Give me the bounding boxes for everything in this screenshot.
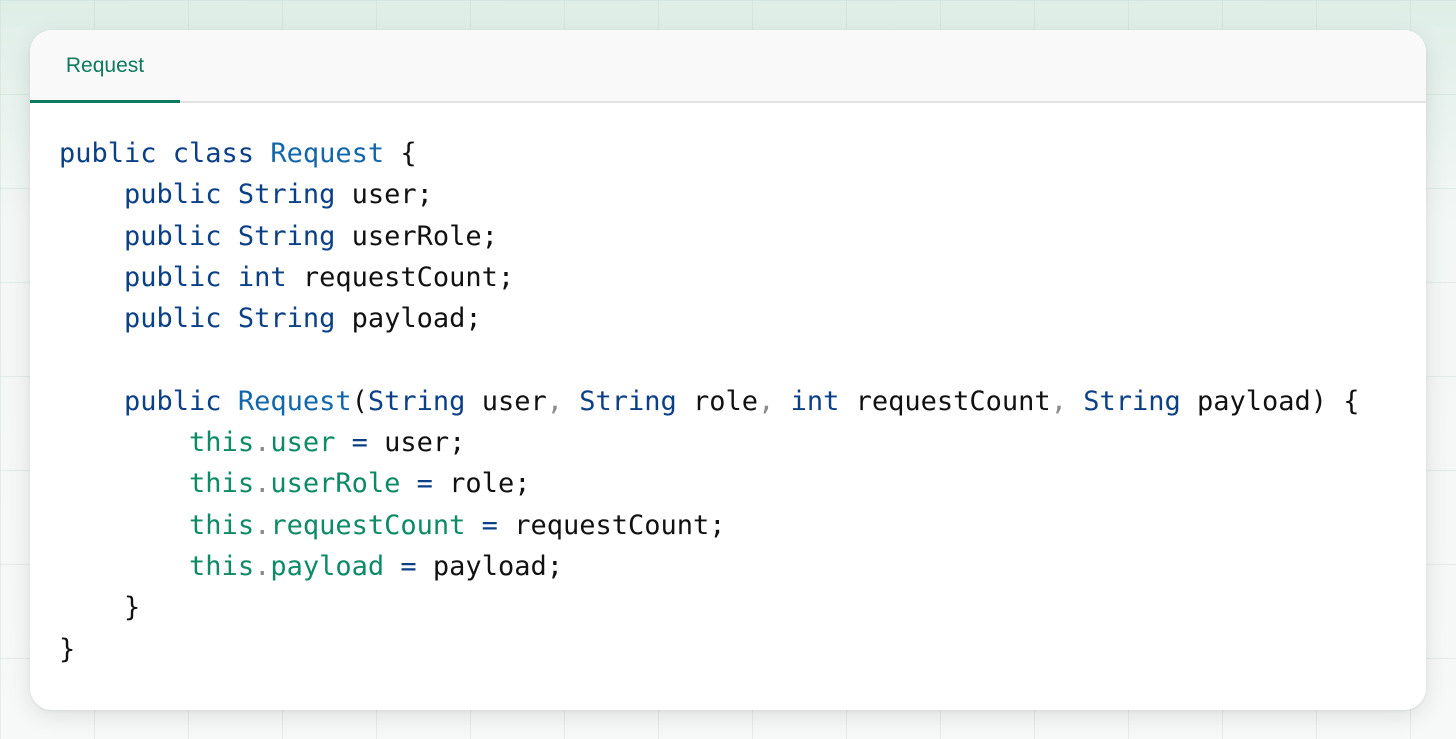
- code-line: public String user;: [59, 174, 1360, 215]
- code-token: .: [254, 509, 271, 541]
- code-token: public class: [59, 138, 271, 169]
- code-token: payload;: [432, 550, 563, 582]
- code-token: user: [270, 427, 336, 459]
- code-token: }: [59, 592, 141, 624]
- code-token: this: [189, 509, 255, 541]
- code-token: public: [124, 303, 238, 335]
- code-token: (: [351, 385, 368, 417]
- code-token: String: [237, 179, 336, 211]
- code-token: userRole: [270, 468, 401, 500]
- code-card: Request public class Request { public St…: [30, 30, 1426, 710]
- code-token: String: [367, 385, 466, 417]
- code-token: String: [237, 220, 336, 252]
- code-token: requestCount;: [286, 261, 515, 293]
- code-token: public: [124, 385, 238, 417]
- code-token: requestCount;: [514, 509, 726, 541]
- tab-request[interactable]: Request: [30, 30, 180, 103]
- code-token: int: [790, 385, 840, 417]
- code-token: int: [237, 261, 287, 293]
- code-token: requestCount: [270, 509, 466, 541]
- code-token: requestCount: [839, 385, 1051, 417]
- code-line: public class Request {: [59, 133, 1360, 174]
- code-token: this: [189, 427, 255, 459]
- code-token: public: [124, 261, 238, 293]
- code-token: payload: [270, 550, 385, 582]
- code-line: this.payload = payload;: [59, 546, 1360, 587]
- code-token: =: [400, 468, 450, 500]
- code-token: userRole;: [335, 220, 498, 252]
- code-token: =: [335, 427, 385, 459]
- code-line: this.requestCount = requestCount;: [59, 505, 1360, 546]
- code-token: String: [1083, 385, 1181, 417]
- code-line: this.userRole = role;: [59, 463, 1360, 504]
- code-token: Request: [237, 385, 352, 417]
- code-token: payload) {: [1180, 385, 1360, 417]
- code-token: ,: [546, 385, 580, 417]
- code-token: ,: [758, 385, 791, 417]
- code-token: role: [676, 385, 759, 417]
- code-line: }: [59, 629, 1360, 670]
- code-block: public class Request { public String use…: [59, 133, 1360, 670]
- code-line: public int requestCount;: [59, 257, 1360, 298]
- code-token: this: [189, 468, 255, 500]
- code-token: .: [254, 550, 271, 582]
- code-token: .: [254, 427, 271, 459]
- code-token: public: [124, 220, 238, 252]
- code-line: public Request(String user, String role,…: [59, 381, 1360, 422]
- code-token: user;: [335, 179, 433, 211]
- code-line: public String userRole;: [59, 216, 1360, 257]
- code-line: public String payload;: [59, 298, 1360, 339]
- code-token: ,: [1050, 385, 1084, 417]
- code-token: public: [124, 179, 238, 211]
- code-token: Request: [270, 138, 385, 169]
- code-token: =: [384, 550, 433, 582]
- code-token: this: [189, 550, 255, 582]
- code-token: user;: [384, 427, 466, 459]
- code-token: }: [59, 633, 76, 665]
- code-token: payload;: [335, 303, 482, 335]
- code-token: String: [579, 385, 677, 417]
- tab-bar: Request: [30, 30, 1426, 103]
- code-line: }: [59, 587, 1360, 628]
- code-token: {: [384, 138, 417, 169]
- code-token: .: [254, 468, 271, 500]
- code-line: this.user = user;: [59, 422, 1360, 463]
- code-token: String: [237, 303, 336, 335]
- code-token: user: [465, 385, 547, 417]
- code-token: role;: [449, 468, 531, 500]
- code-token: =: [465, 509, 515, 541]
